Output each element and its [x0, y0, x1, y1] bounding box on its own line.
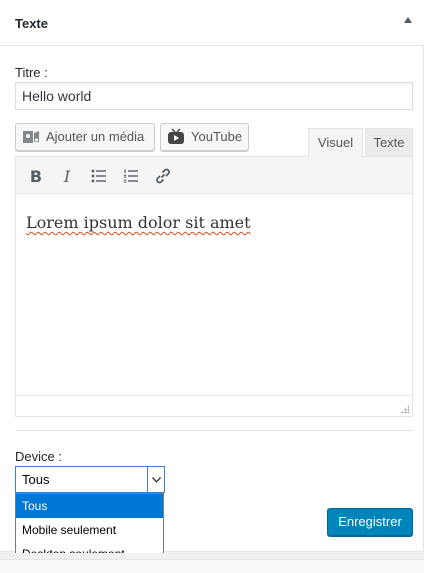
- italic-icon: I: [63, 166, 71, 186]
- device-select[interactable]: Tous: [15, 466, 165, 493]
- editor-content[interactable]: Lorem ipsum dolor sit amet: [26, 213, 251, 232]
- editor-statusbar: [16, 395, 412, 416]
- resize-handle-icon[interactable]: [401, 405, 409, 413]
- youtube-button[interactable]: YouTube: [160, 123, 249, 151]
- editor-content-area[interactable]: Lorem ipsum dolor sit amet: [16, 195, 412, 395]
- save-button[interactable]: Enregistrer: [327, 508, 413, 536]
- next-widget-top: [0, 559, 424, 573]
- add-media-label: Ajouter un média: [46, 129, 145, 144]
- device-label: Device :: [15, 449, 62, 464]
- widget-header[interactable]: Texte: [0, 0, 424, 46]
- bullet-list-button[interactable]: [86, 163, 112, 189]
- title-label: Titre :: [15, 65, 48, 80]
- chevron-down-icon[interactable]: [147, 467, 164, 492]
- collapse-arrow-icon[interactable]: [404, 17, 412, 23]
- numbered-list-icon: [123, 169, 138, 183]
- title-input[interactable]: Hello world: [15, 82, 413, 110]
- device-option-tous[interactable]: Tous: [16, 494, 163, 518]
- editor: B I Lorem ipsum dolor sit amet: [15, 156, 413, 417]
- youtube-label: YouTube: [191, 129, 243, 144]
- bold-icon: B: [29, 166, 43, 186]
- bold-button[interactable]: B: [23, 163, 49, 189]
- italic-button[interactable]: I: [54, 163, 80, 189]
- text-widget: Texte Titre : Hello world Ajouter un méd…: [0, 0, 424, 567]
- tab-text[interactable]: Texte: [365, 128, 413, 157]
- media-icon: [22, 128, 40, 146]
- numbered-list-button[interactable]: [118, 163, 144, 189]
- add-media-button[interactable]: Ajouter un média: [15, 123, 155, 151]
- device-option-mobile[interactable]: Mobile seulement: [16, 518, 163, 542]
- next-widget-strip: [0, 553, 424, 573]
- youtube-icon: [167, 128, 185, 146]
- editor-toolbar: B I: [16, 157, 412, 194]
- bullet-list-icon: [91, 169, 106, 183]
- link-icon: [156, 168, 170, 184]
- device-select-value: Tous: [22, 472, 50, 487]
- link-button[interactable]: [150, 163, 176, 189]
- tab-visual[interactable]: Visuel: [308, 128, 363, 157]
- widget-title: Texte: [15, 16, 48, 31]
- separator: [15, 430, 413, 431]
